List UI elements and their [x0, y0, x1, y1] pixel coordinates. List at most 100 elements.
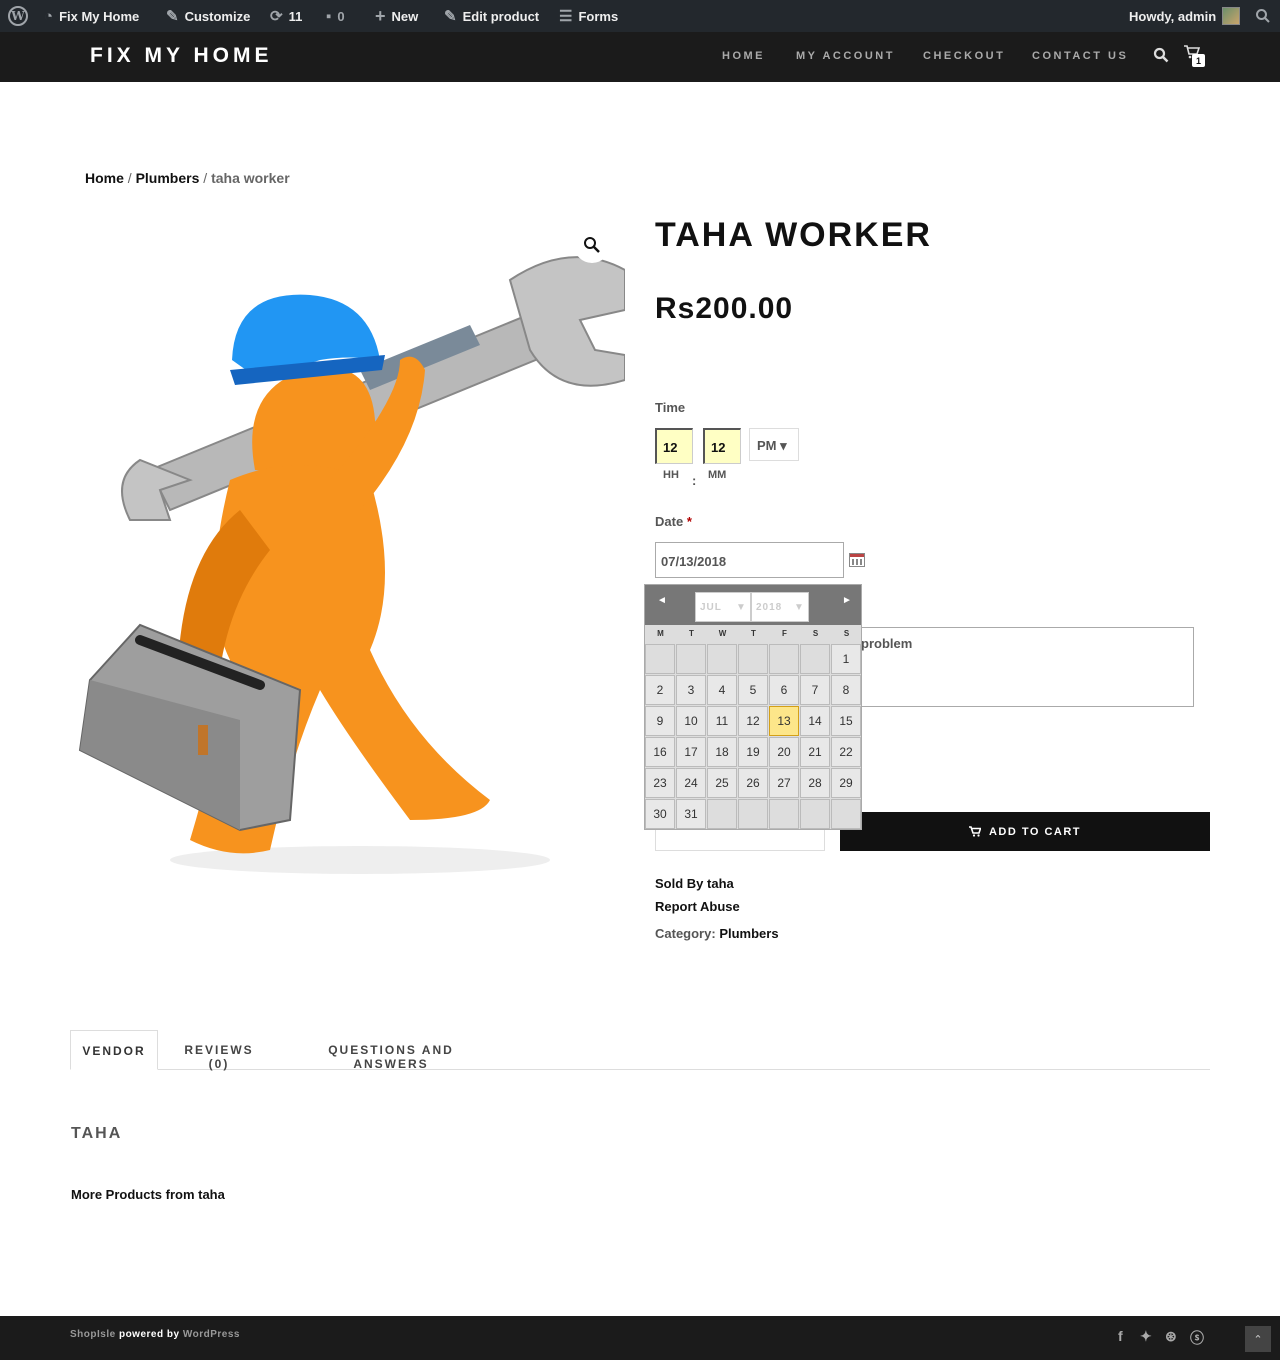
calendar-day[interactable]: 28	[800, 768, 830, 798]
ampm-select[interactable]: PM ▾	[749, 428, 799, 461]
sold-by: Sold By taha	[655, 876, 734, 891]
year-select[interactable]: 2018 ▼	[751, 592, 809, 622]
facebook-icon[interactable]: f	[1118, 1328, 1123, 1344]
edit-product-link[interactable]: ✎ Edit product	[444, 0, 539, 32]
calendar-day[interactable]: 31	[676, 799, 706, 829]
minute-sublabel: MM	[708, 469, 727, 481]
calendar-day[interactable]: 1	[831, 644, 861, 674]
prev-month-icon[interactable]: ◄	[657, 595, 667, 606]
report-abuse-link[interactable]: Report Abuse	[655, 899, 740, 914]
nav-home[interactable]: HOME	[722, 50, 765, 62]
calendar-day[interactable]: 21	[800, 737, 830, 767]
day-of-week-label: W	[718, 629, 727, 638]
hour-input[interactable]: 12	[655, 428, 693, 464]
new-content-link[interactable]: + New	[375, 0, 418, 32]
tab-questions-answers[interactable]: QUESTIONS AND ANSWERS	[296, 1030, 486, 1071]
forms-link[interactable]: ☰ Forms	[559, 0, 618, 32]
minute-input[interactable]: 12	[703, 428, 741, 464]
category-link[interactable]: Plumbers	[719, 926, 778, 941]
calendar-day[interactable]: 11	[707, 706, 737, 736]
skype-icon[interactable]: ⓢ	[1190, 1328, 1204, 1348]
breadcrumb-category[interactable]: Plumbers	[136, 170, 200, 186]
calendar-empty-cell	[800, 799, 830, 829]
comment-icon: ▪	[326, 7, 332, 25]
site-logo[interactable]: FIX MY HOME	[90, 44, 272, 68]
customize-link[interactable]: ✎ Customize	[166, 0, 250, 32]
updates-link[interactable]: ⟳ 11	[270, 0, 302, 32]
header-search-button[interactable]	[1153, 47, 1169, 68]
day-of-week-label: T	[689, 629, 694, 638]
calendar-day[interactable]: 16	[645, 737, 675, 767]
search-icon	[1256, 9, 1270, 23]
dribbble-icon[interactable]: ⊛	[1165, 1328, 1177, 1345]
vendor-name: TAHA	[71, 1125, 123, 1142]
sold-by-vendor-link[interactable]: taha	[707, 876, 734, 891]
twitter-icon[interactable]: ✦	[1140, 1328, 1152, 1345]
site-name-link[interactable]: ◔ Fix My Home	[44, 0, 139, 32]
tab-reviews[interactable]: REVIEWS (0)	[174, 1030, 264, 1071]
calendar-day[interactable]: 4	[707, 675, 737, 705]
calendar-empty-cell	[831, 799, 861, 829]
magnifier-icon	[584, 237, 600, 253]
brush-icon: ✎	[166, 8, 179, 25]
nav-checkout[interactable]: CHECKOUT	[923, 50, 1005, 62]
calendar-icon[interactable]	[849, 553, 865, 567]
datepicker-header: ◄ JUL ▼ 2018 ▼ ►	[645, 585, 861, 625]
calendar-empty-cell	[707, 644, 737, 674]
month-select[interactable]: JUL ▼	[695, 592, 751, 622]
calendar-day[interactable]: 26	[738, 768, 768, 798]
calendar-day[interactable]: 23	[645, 768, 675, 798]
tab-vendor[interactable]: VENDOR	[70, 1030, 158, 1070]
calendar-day[interactable]: 24	[676, 768, 706, 798]
calendar-day[interactable]: 20	[769, 737, 799, 767]
calendar-day[interactable]: 9	[645, 706, 675, 736]
calendar-day[interactable]: 3	[676, 675, 706, 705]
calendar-day[interactable]: 29	[831, 768, 861, 798]
scroll-to-top-button[interactable]: ⌃	[1245, 1326, 1271, 1352]
breadcrumb-current: taha worker	[211, 170, 290, 186]
calendar-day[interactable]: 27	[769, 768, 799, 798]
calendar-day[interactable]: 14	[800, 706, 830, 736]
product-image[interactable]	[70, 220, 626, 900]
admin-search-button[interactable]	[1255, 0, 1271, 32]
calendar-day[interactable]: 30	[645, 799, 675, 829]
add-to-cart-button[interactable]: ADD TO CART	[840, 812, 1210, 851]
hour-sublabel: HH	[663, 469, 679, 481]
calendar-day[interactable]: 19	[738, 737, 768, 767]
calendar-day[interactable]: 22	[831, 737, 861, 767]
calendar-day[interactable]: 15	[831, 706, 861, 736]
chevron-up-icon: ⌃	[1253, 1333, 1263, 1346]
wordpress-menu[interactable]: W	[8, 0, 28, 32]
calendar-day[interactable]: 8	[831, 675, 861, 705]
calendar-day[interactable]: 5	[738, 675, 768, 705]
calendar-day[interactable]: 13	[769, 706, 799, 736]
day-of-week-label: S	[812, 629, 819, 638]
wordpress-link[interactable]: WordPress	[183, 1329, 240, 1340]
breadcrumb-home[interactable]: Home	[85, 170, 124, 186]
next-month-icon[interactable]: ►	[842, 595, 852, 606]
calendar-day[interactable]: 2	[645, 675, 675, 705]
calendar-empty-cell	[738, 799, 768, 829]
product-title: TAHA WORKER	[655, 216, 932, 254]
image-zoom-button[interactable]	[574, 227, 610, 263]
calendar-day[interactable]: 7	[800, 675, 830, 705]
date-label: Date *	[655, 514, 692, 529]
breadcrumb: Home / Plumbers / taha worker	[85, 170, 290, 186]
calendar-day[interactable]: 10	[676, 706, 706, 736]
wordpress-logo-icon: W	[8, 6, 28, 26]
more-products-link[interactable]: More Products from taha	[71, 1187, 225, 1202]
refresh-icon: ⟳	[270, 8, 283, 25]
account-menu[interactable]: Howdy, admin	[1129, 0, 1241, 32]
theme-link[interactable]: ShopIsle	[70, 1329, 116, 1340]
date-input[interactable]: 07/13/2018	[655, 542, 844, 578]
calendar-day[interactable]: 17	[676, 737, 706, 767]
nav-contact-us[interactable]: CONTACT US	[1032, 50, 1128, 62]
calendar-day[interactable]: 25	[707, 768, 737, 798]
avatar	[1222, 7, 1241, 25]
calendar-day[interactable]: 12	[738, 706, 768, 736]
nav-my-account[interactable]: MY ACCOUNT	[796, 50, 895, 62]
calendar-day[interactable]: 6	[769, 675, 799, 705]
calendar-day[interactable]: 18	[707, 737, 737, 767]
calendar-empty-cell	[769, 644, 799, 674]
comments-link[interactable]: ▪ 0	[326, 0, 345, 32]
